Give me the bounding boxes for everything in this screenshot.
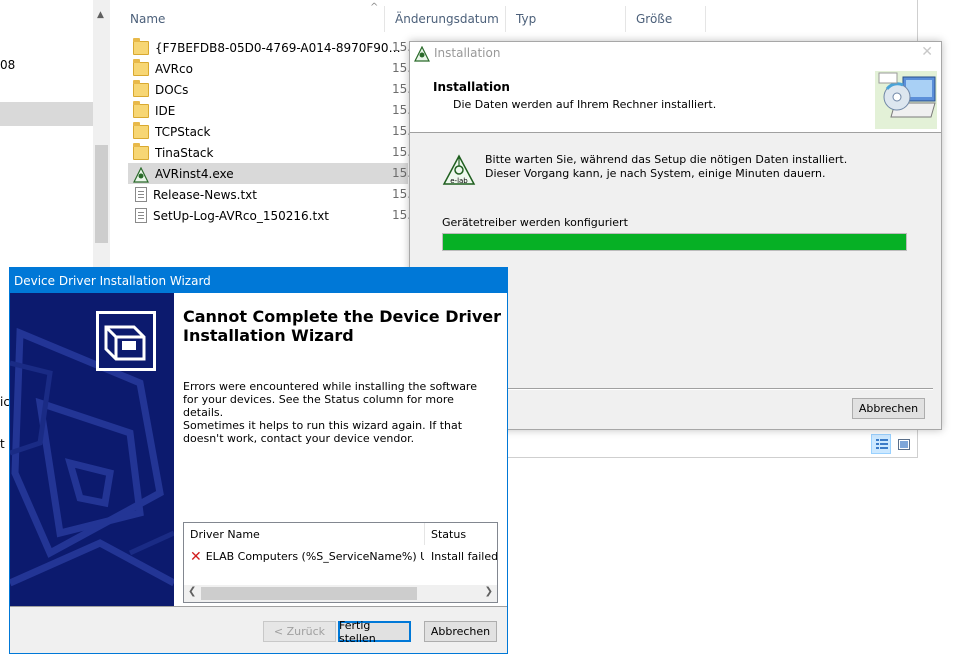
installation-header-subtitle: Die Daten werden auf Ihrem Rechner insta…	[453, 98, 717, 111]
folder-icon	[133, 142, 149, 160]
cancel-button[interactable]: Abbrechen	[852, 398, 925, 419]
back-button[interactable]: < Zurück	[263, 621, 336, 642]
wizard-error-text: Errors were encountered while installing…	[183, 380, 477, 419]
text-file-icon	[135, 208, 147, 223]
installation-message-line: Dieser Vorgang kann, je nach System, ein…	[485, 167, 826, 180]
file-row[interactable]: TCPStack	[128, 121, 408, 142]
scroll-left-icon[interactable]: ❮	[188, 586, 196, 597]
large-icons-view-icon	[898, 439, 910, 450]
setup-computer-cd-icon	[873, 67, 939, 131]
divider	[10, 606, 507, 607]
nav-item-selected[interactable]	[0, 102, 93, 126]
scrollbar-thumb[interactable]	[95, 145, 108, 243]
folder-icon	[133, 121, 149, 139]
folder-icon	[133, 58, 149, 76]
scroll-right-icon[interactable]: ❯	[485, 586, 493, 597]
wizard-banner-graphic	[10, 293, 174, 606]
installation-message-line: Bitte warten Sie, während das Setup die …	[485, 153, 848, 166]
nav-item-label[interactable]: 08	[0, 58, 15, 72]
file-name: DOCs	[155, 82, 189, 97]
file-name: IDE	[155, 103, 176, 118]
folder-icon	[133, 100, 149, 118]
details-view-icon	[876, 439, 888, 450]
driver-name-cell: ELAB Computers (%S_ServiceName%) USB...	[205, 550, 424, 563]
file-row[interactable]: Release-News.txt	[128, 184, 408, 205]
wizard-titlebar[interactable]: Device Driver Installation Wizard	[10, 268, 507, 293]
installation-header-title: Installation	[433, 80, 510, 94]
finish-button[interactable]: Fertig stellen	[338, 619, 411, 645]
table-row[interactable]: ✕ELAB Computers (%S_ServiceName%) USB...	[190, 548, 424, 566]
cancel-button[interactable]: Abbrechen	[424, 621, 497, 642]
column-header-status[interactable]: Status	[425, 523, 497, 545]
wizard-content: Cannot Complete the Device Driver Instal…	[174, 293, 507, 606]
installation-progress-bar	[442, 233, 907, 251]
file-name: {F7BEFDB8-05D0-4769-A014-8970F900A0...	[155, 40, 408, 55]
elab-app-icon	[414, 45, 430, 62]
device-driver-wizard-window: Device Driver Installation Wizard Cannot…	[9, 267, 508, 654]
column-header-date[interactable]: Änderungsdatum	[385, 6, 506, 32]
sort-ascending-icon: ^	[370, 2, 379, 13]
installation-message: Bitte warten Sie, während das Setup die …	[485, 153, 847, 181]
column-header-name[interactable]: Name	[120, 6, 385, 32]
driver-status-cell: Install failed	[431, 550, 497, 563]
file-row[interactable]: DOCs	[128, 79, 408, 100]
installation-titlebar[interactable]: Installation ✕	[410, 42, 941, 66]
column-header-driver-name[interactable]: Driver Name	[184, 523, 425, 545]
wizard-help-text: Sometimes it helps to run this wizard ag…	[183, 419, 463, 445]
file-name: SetUp-Log-AVRco_150216.txt	[153, 208, 329, 223]
file-row[interactable]: {F7BEFDB8-05D0-4769-A014-8970F900A0...	[128, 37, 408, 58]
progress-fill	[443, 234, 906, 250]
wizard-heading: Cannot Complete the Device Driver Instal…	[183, 307, 502, 345]
folder-icon	[133, 37, 149, 55]
file-name: AVRinst4.exe	[155, 166, 234, 181]
elab-logo-icon: e-lab	[442, 154, 476, 186]
file-row[interactable]: AVRinst4.exe	[128, 163, 408, 184]
column-header-type[interactable]: Typ	[506, 6, 626, 32]
column-header-size[interactable]: Größe	[626, 6, 706, 32]
scrollbar-thumb[interactable]	[201, 587, 417, 600]
file-row[interactable]: SetUp-Log-AVRco_150216.txt	[128, 205, 408, 226]
wizard-title: Device Driver Installation Wizard	[14, 274, 211, 288]
error-x-icon: ✕	[190, 549, 202, 565]
close-icon[interactable]: ✕	[921, 44, 933, 60]
driver-status-table[interactable]: Driver Name Status ✕ ELAB Computers (%S_S…	[183, 522, 498, 603]
installation-header: Installation Die Daten werden auf Ihrem …	[410, 66, 941, 133]
large-icons-view-button[interactable]	[893, 434, 913, 454]
details-view-button[interactable]	[871, 434, 891, 454]
file-row[interactable]: AVRco	[128, 58, 408, 79]
folder-icon	[133, 79, 149, 97]
file-row[interactable]: TinaStack	[128, 142, 408, 163]
installation-status-text: Gerätetreiber werden konfiguriert	[442, 216, 628, 229]
svg-text:e-lab: e-lab	[450, 177, 468, 185]
table-horizontal-scrollbar[interactable]: ❮ ❯	[184, 585, 497, 602]
file-row[interactable]: IDE	[128, 100, 408, 121]
file-name: TinaStack	[155, 145, 214, 160]
file-name: TCPStack	[155, 124, 211, 139]
text-file-icon	[135, 187, 147, 202]
file-name: Release-News.txt	[153, 187, 257, 202]
scroll-up-icon[interactable]: ▲	[97, 10, 104, 20]
wizard-sidebar-banner	[10, 293, 174, 606]
installation-title: Installation	[434, 46, 501, 60]
column-header-row: Name ^ Änderungsdatum Typ Größe	[120, 2, 720, 32]
file-name: AVRco	[155, 61, 193, 76]
elab-exe-icon	[133, 166, 149, 183]
